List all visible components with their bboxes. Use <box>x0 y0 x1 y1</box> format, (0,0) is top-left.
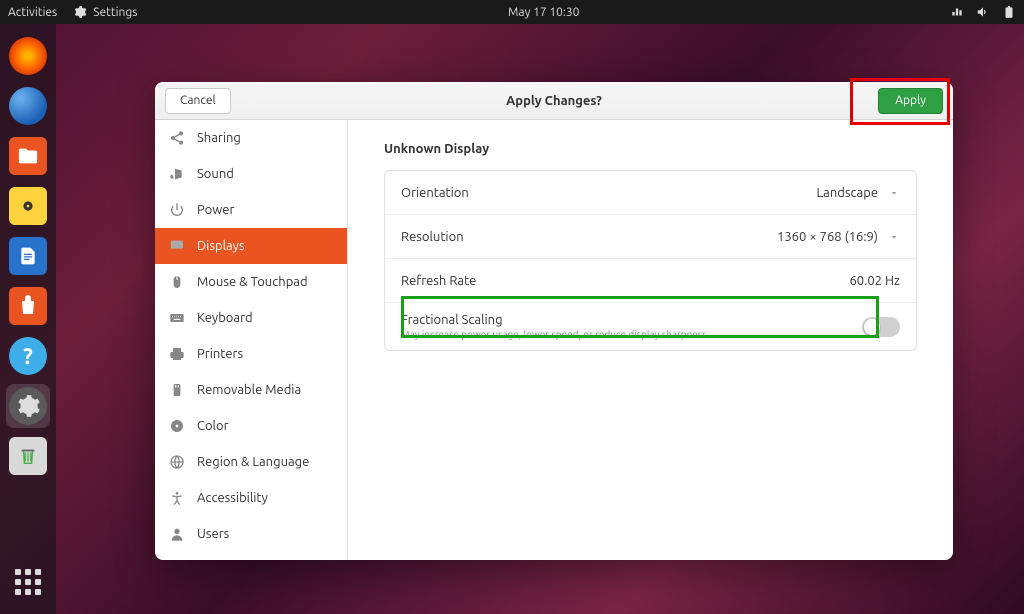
fractional-scaling-row: Fractional Scaling May increase power us… <box>385 303 916 350</box>
volume-icon <box>976 5 990 19</box>
clock[interactable]: May 17 10:30 <box>137 6 950 19</box>
refresh-value: 60.02 Hz <box>849 274 900 288</box>
gear-icon <box>9 387 47 425</box>
dock-software[interactable] <box>6 284 50 328</box>
sidebar-item-users[interactable]: Users <box>155 516 347 552</box>
settings-window: Cancel Apply Changes? Apply Sharing Sound… <box>155 82 953 560</box>
system-tray[interactable] <box>950 5 1016 19</box>
document-icon <box>9 237 47 275</box>
dock-writer[interactable] <box>6 234 50 278</box>
resolution-row[interactable]: Resolution 1360 × 768 (16:9) <box>385 215 916 259</box>
display-icon <box>169 238 185 254</box>
dock-rhythmbox[interactable] <box>6 184 50 228</box>
window-title: Apply Changes? <box>506 94 602 108</box>
refresh-row: Refresh Rate 60.02 Hz <box>385 259 916 303</box>
sound-icon <box>169 166 185 182</box>
fractional-scaling-toggle[interactable] <box>862 317 900 337</box>
orientation-value: Landscape <box>817 186 878 200</box>
help-icon: ? <box>9 337 47 375</box>
activities-button[interactable]: Activities <box>8 6 57 19</box>
display-panel: Orientation Landscape Resolution 1360 × … <box>384 170 917 351</box>
apply-button[interactable]: Apply <box>878 88 943 114</box>
shopping-bag-icon <box>9 287 47 325</box>
chevron-down-icon <box>888 187 900 199</box>
orientation-label: Orientation <box>401 186 817 200</box>
topbar-app-menu[interactable]: Settings <box>73 5 137 19</box>
sidebar-item-printers[interactable]: Printers <box>155 336 347 372</box>
color-icon <box>169 418 185 434</box>
dock-firefox[interactable] <box>6 34 50 78</box>
sidebar-item-color[interactable]: Color <box>155 408 347 444</box>
trash-icon <box>9 437 47 475</box>
files-icon <box>9 137 47 175</box>
sidebar-item-power[interactable]: Power <box>155 192 347 228</box>
thunderbird-icon <box>9 87 47 125</box>
refresh-label: Refresh Rate <box>401 274 849 288</box>
settings-main: Unknown Display Orientation Landscape Re… <box>348 120 953 560</box>
users-icon <box>169 526 185 542</box>
fractional-scaling-sublabel: May increase power usage, lower speed, o… <box>401 329 862 340</box>
dock-show-apps[interactable] <box>6 560 50 604</box>
resolution-label: Resolution <box>401 230 777 244</box>
sidebar-item-label: Accessibility <box>197 491 268 505</box>
sidebar-item-displays[interactable]: Displays <box>155 228 347 264</box>
cancel-button[interactable]: Cancel <box>165 88 231 114</box>
printer-icon <box>169 346 185 362</box>
power-icon <box>1002 5 1016 19</box>
sidebar-item-sound[interactable]: Sound <box>155 156 347 192</box>
chevron-down-icon <box>888 231 900 243</box>
power-icon <box>169 202 185 218</box>
titlebar: Cancel Apply Changes? Apply <box>155 82 953 120</box>
dock-trash[interactable] <box>6 434 50 478</box>
dock: ? <box>0 24 56 614</box>
dock-settings[interactable] <box>6 384 50 428</box>
network-icon <box>950 5 964 19</box>
topbar-app-label: Settings <box>93 6 137 19</box>
resolution-value: 1360 × 768 (16:9) <box>777 230 878 244</box>
sidebar-item-label: Removable Media <box>197 383 301 397</box>
sidebar-item-label: Color <box>197 419 229 433</box>
sidebar-item-mouse-touchpad[interactable]: Mouse & Touchpad <box>155 264 347 300</box>
sidebar-item-label: Mouse & Touchpad <box>197 275 308 289</box>
removable-icon <box>169 382 185 398</box>
sidebar-item-label: Keyboard <box>197 311 253 325</box>
dock-help[interactable]: ? <box>6 334 50 378</box>
sidebar-item-label: Users <box>197 527 229 541</box>
sidebar-item-label: Region & Language <box>197 455 309 469</box>
settings-sidebar: Sharing Sound Power Displays Mouse & Touchpa… <box>155 120 348 560</box>
keyboard-icon <box>169 310 185 326</box>
firefox-icon <box>9 37 47 75</box>
sidebar-item-label: Power <box>197 203 234 217</box>
sidebar-item-label: Printers <box>197 347 243 361</box>
sidebar-item-removable-media[interactable]: Removable Media <box>155 372 347 408</box>
music-icon <box>9 187 47 225</box>
dock-thunderbird[interactable] <box>6 84 50 128</box>
sidebar-item-label: Sound <box>197 167 234 181</box>
top-bar: Activities Settings May 17 10:30 <box>0 0 1024 24</box>
sidebar-item-label: Sharing <box>197 131 241 145</box>
share-icon <box>169 130 185 146</box>
sidebar-item-region-language[interactable]: Region & Language <box>155 444 347 480</box>
sidebar-item-sharing[interactable]: Sharing <box>155 120 347 156</box>
mouse-icon <box>169 274 185 290</box>
orientation-row[interactable]: Orientation Landscape <box>385 171 916 215</box>
fractional-scaling-label: Fractional Scaling <box>401 313 862 327</box>
gear-icon <box>73 5 87 19</box>
display-section-title: Unknown Display <box>384 142 917 156</box>
sidebar-item-keyboard[interactable]: Keyboard <box>155 300 347 336</box>
sidebar-item-accessibility[interactable]: Accessibility <box>155 480 347 516</box>
apps-grid-icon <box>15 569 41 595</box>
accessibility-icon <box>169 490 185 506</box>
dock-files[interactable] <box>6 134 50 178</box>
sidebar-item-label: Displays <box>197 239 245 253</box>
region-icon <box>169 454 185 470</box>
